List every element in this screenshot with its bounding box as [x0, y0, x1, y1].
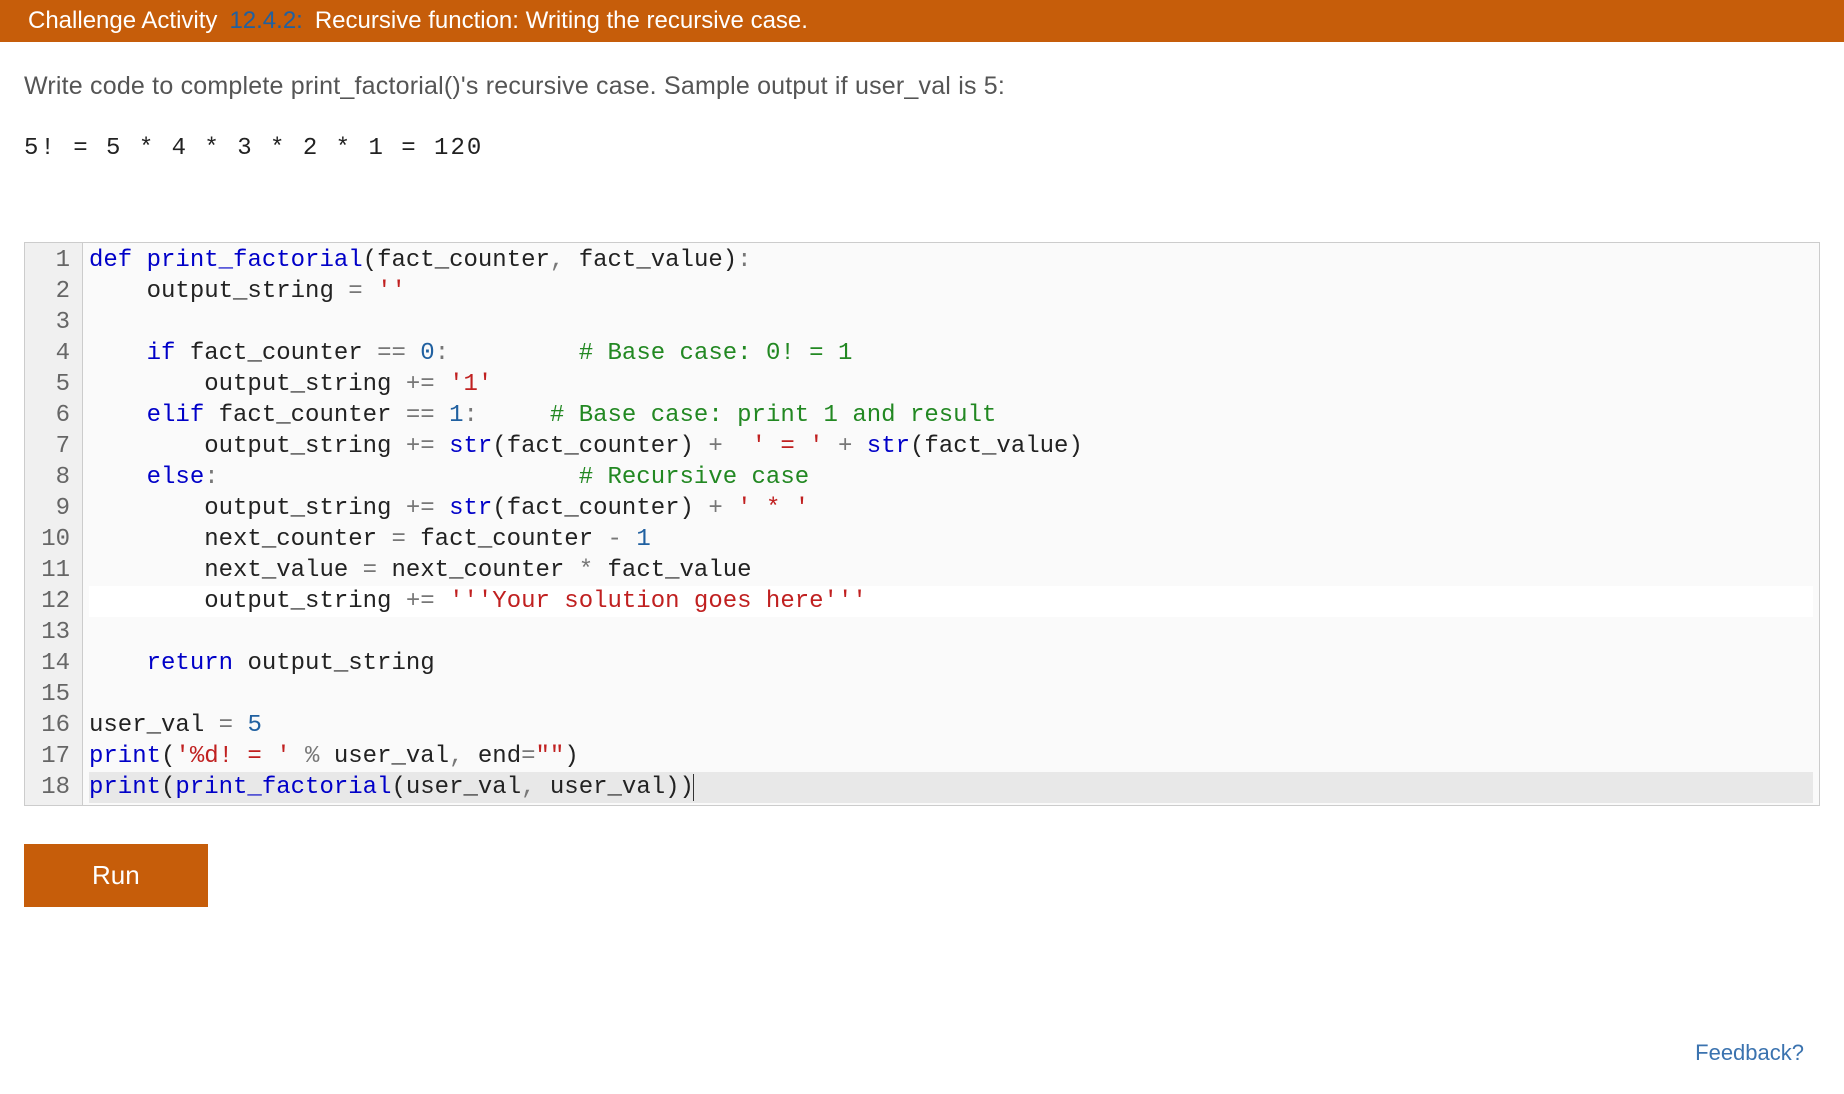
feedback-link[interactable]: Feedback? [1695, 1040, 1804, 1066]
code-line: def print_factorial(fact_counter, fact_v… [89, 245, 1813, 276]
line-number: 4 [37, 338, 70, 369]
header-label: Challenge Activity [28, 6, 217, 36]
code-line: print(print_factorial(user_val, user_val… [89, 772, 1813, 803]
challenge-header: Challenge Activity 12.4.2: Recursive fun… [0, 0, 1844, 42]
run-button[interactable]: Run [24, 844, 208, 907]
line-number: 18 [37, 772, 70, 803]
code-area[interactable]: def print_factorial(fact_counter, fact_v… [83, 243, 1819, 805]
line-number: 8 [37, 462, 70, 493]
header-number: 12.4.2: [229, 6, 302, 36]
line-number: 16 [37, 710, 70, 741]
line-number: 10 [37, 524, 70, 555]
code-line: user_val = 5 [89, 710, 1813, 741]
code-editor[interactable]: 1 2 3 4 5 6 7 8 9 10 11 12 13 14 15 16 1… [24, 242, 1820, 806]
sample-output: 5! = 5 * 4 * 3 * 2 * 1 = 120 [24, 135, 1820, 162]
line-number: 1 [37, 245, 70, 276]
code-line: output_string = '' [89, 276, 1813, 307]
code-line: output_string += str(fact_counter) + ' *… [89, 493, 1813, 524]
line-number: 6 [37, 400, 70, 431]
line-number: 3 [37, 307, 70, 338]
code-line [89, 307, 1813, 338]
line-number: 9 [37, 493, 70, 524]
code-line: if fact_counter == 0: # Base case: 0! = … [89, 338, 1813, 369]
code-line: print('%d! = ' % user_val, end="") [89, 741, 1813, 772]
code-line [89, 679, 1813, 710]
line-number: 2 [37, 276, 70, 307]
line-number: 14 [37, 648, 70, 679]
code-line: output_string += str(fact_counter) + ' =… [89, 431, 1813, 462]
line-number-gutter: 1 2 3 4 5 6 7 8 9 10 11 12 13 14 15 16 1… [25, 243, 83, 805]
code-line: next_counter = fact_counter - 1 [89, 524, 1813, 555]
header-title: Recursive function: Writing the recursiv… [315, 6, 808, 36]
line-number: 13 [37, 617, 70, 648]
code-line: return output_string [89, 648, 1813, 679]
code-line: output_string += '1' [89, 369, 1813, 400]
line-number: 12 [37, 586, 70, 617]
line-number: 11 [37, 555, 70, 586]
instructions-text: Write code to complete print_factorial()… [24, 72, 1820, 101]
code-line [89, 617, 1813, 648]
code-line: output_string += '''Your solution goes h… [89, 586, 1813, 617]
line-number: 7 [37, 431, 70, 462]
line-number: 17 [37, 741, 70, 772]
line-number: 15 [37, 679, 70, 710]
code-line: else: # Recursive case [89, 462, 1813, 493]
line-number: 5 [37, 369, 70, 400]
code-line: next_value = next_counter * fact_value [89, 555, 1813, 586]
code-line: elif fact_counter == 1: # Base case: pri… [89, 400, 1813, 431]
